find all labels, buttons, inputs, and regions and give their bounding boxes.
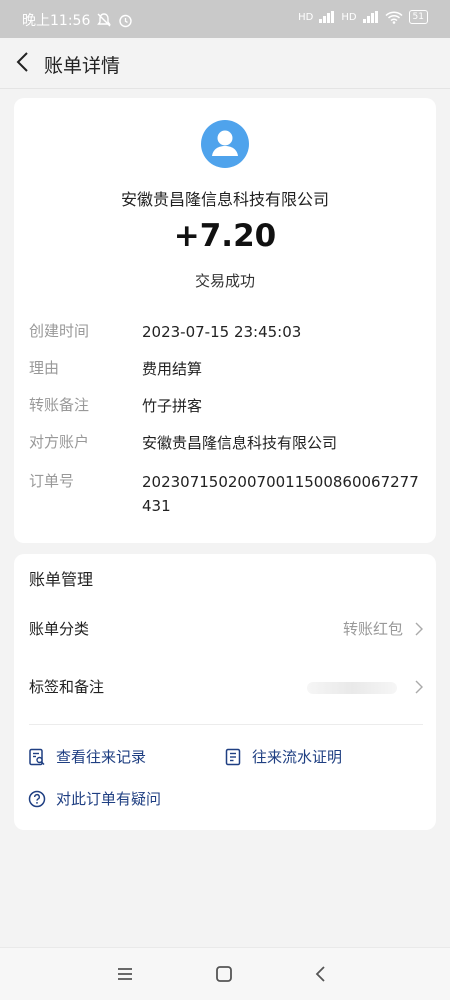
order-question-link[interactable]: 对此订单有疑问 [28,788,161,809]
battery-icon: 51 [408,10,428,24]
question-icon [28,790,46,807]
statement-proof-label: 往来流水证明 [252,748,343,766]
detail-key: 创建时间 [29,322,90,340]
user-icon [212,130,238,156]
detail-value[interactable]: 20230715020070011500860067277431 [142,470,422,518]
status-left: 晚上11:56 [22,10,133,30]
status-right: HD HD 51 [298,10,428,24]
bill-category-row[interactable]: 账单分类 转账红包 [29,618,423,639]
transaction-status: 交易成功 [194,272,255,290]
detail-value: 安徽贵昌隆信息科技有限公司 [142,434,338,452]
record-search-icon [29,748,45,765]
tags-notes-row[interactable]: 标签和备注 [29,676,423,697]
avatar [201,120,249,168]
home-icon[interactable] [212,962,236,986]
wifi-icon [385,11,403,24]
merchant-name: 安徽贵昌隆信息科技有限公司 [120,190,329,209]
mute-notification-icon [97,13,112,27]
document-icon [225,748,241,765]
back-icon[interactable] [309,962,333,986]
bill-category-value: 转账红包 [342,620,403,638]
detail-key: 转账备注 [29,396,90,414]
clock: 晚上11:56 [22,13,91,29]
blurred-content [307,682,397,694]
section-title: 账单管理 [29,570,94,589]
detail-value: 费用结算 [142,360,203,378]
divider [29,724,423,725]
chevron-right-icon [415,680,423,694]
amount: +7.20 [173,218,277,254]
signal-icon-1 [319,11,335,23]
view-history-label: 查看往来记录 [56,748,147,766]
detail-value: 2023-07-15 23:45:03 [142,323,302,341]
menu-icon[interactable] [113,962,137,986]
bill-management-card: 账单管理 账单分类 转账红包 标签和备注 查看往来记录 往来流水证明 对此订单有… [14,554,436,830]
order-question-label: 对此订单有疑问 [56,790,162,808]
signal-icon-2 [362,11,379,23]
back-arrow-icon[interactable] [10,48,38,76]
chevron-right-icon [415,622,423,636]
detail-value: 竹子拼客 [142,397,203,415]
system-navigation-bar [0,947,450,1000]
detail-key: 理由 [29,359,60,377]
detail-key: 对方账户 [29,433,90,451]
page-title: 账单详情 [44,55,121,77]
signal-label-2: HD [341,11,357,23]
tags-notes-label: 标签和备注 [29,678,105,696]
bill-category-label: 账单分类 [29,620,90,638]
transaction-card: 安徽贵昌隆信息科技有限公司 +7.20 交易成功 创建时间 2023-07-15… [14,98,436,543]
signal-label-1: HD [298,11,314,23]
alarm-icon [119,14,133,27]
view-history-link[interactable]: 查看往来记录 [28,746,146,767]
header: 账单详情 [0,38,450,89]
status-bar: 晚上11:56 HD HD 51 [0,0,450,38]
detail-key: 订单号 [29,472,75,490]
statement-proof-link[interactable]: 往来流水证明 [224,746,342,767]
